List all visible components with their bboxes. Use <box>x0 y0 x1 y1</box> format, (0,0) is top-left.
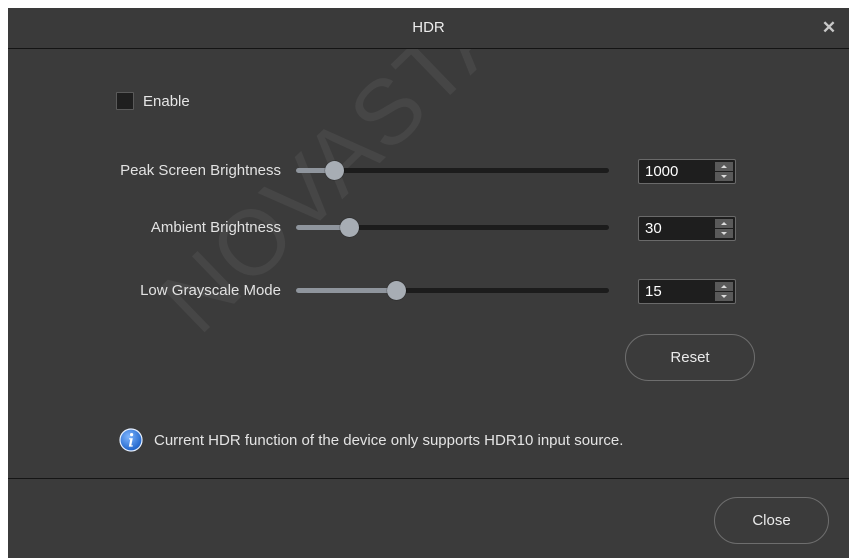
slider-row-peak-screen-brightness: Peak Screen Brightness 1000 <box>8 156 849 186</box>
low-grayscale-mode-slider[interactable] <box>296 281 609 300</box>
spin-up-icon[interactable] <box>715 219 733 228</box>
enable-row: Enable <box>116 91 190 111</box>
spinbox-value[interactable]: 15 <box>645 280 662 303</box>
spinbox-value[interactable]: 30 <box>645 217 662 240</box>
info-text: Current HDR function of the device only … <box>154 431 624 449</box>
slider-label: Ambient Brightness <box>150 219 281 236</box>
low-grayscale-mode-spinbox[interactable]: 15 <box>638 279 736 304</box>
spin-up-icon[interactable] <box>715 282 733 291</box>
info-icon <box>119 428 143 452</box>
page-background-left <box>0 0 8 558</box>
dialog-title: HDR <box>412 19 445 36</box>
reset-button[interactable]: Reset <box>625 334 755 381</box>
ambient-brightness-slider[interactable] <box>296 218 609 237</box>
slider-row-ambient-brightness: Ambient Brightness 30 <box>8 213 849 243</box>
info-message: Current HDR function of the device only … <box>119 427 623 453</box>
title-bar: HDR ✕ <box>8 8 849 49</box>
hdr-dialog: NOVASTAR TECH HDR ✕ Enable Peak Screen B… <box>8 0 849 558</box>
footer-divider <box>8 478 849 479</box>
enable-label: Enable <box>143 92 190 110</box>
close-button[interactable]: Close <box>714 497 829 544</box>
slider-fill <box>296 288 397 293</box>
slider-thumb[interactable] <box>387 281 407 300</box>
slider-thumb[interactable] <box>340 218 360 237</box>
slider-thumb[interactable] <box>324 161 344 180</box>
spin-down-icon[interactable] <box>715 229 733 238</box>
spinbox-buttons <box>715 219 733 238</box>
peak-screen-brightness-slider[interactable] <box>296 161 609 180</box>
slider-row-low-grayscale-mode: Low Grayscale Mode 15 <box>8 276 849 306</box>
peak-screen-brightness-spinbox[interactable]: 1000 <box>638 159 736 184</box>
spin-down-icon[interactable] <box>715 292 733 301</box>
close-icon[interactable]: ✕ <box>819 18 839 38</box>
ambient-brightness-spinbox[interactable]: 30 <box>638 216 736 241</box>
spinbox-value[interactable]: 1000 <box>645 160 678 183</box>
spinbox-buttons <box>715 162 733 181</box>
slider-label: Low Grayscale Mode <box>140 282 281 299</box>
slider-label: Peak Screen Brightness <box>120 162 281 179</box>
spin-up-icon[interactable] <box>715 162 733 171</box>
enable-checkbox[interactable] <box>116 92 134 110</box>
page-background-top <box>0 0 849 8</box>
spinbox-buttons <box>715 282 733 301</box>
spin-down-icon[interactable] <box>715 172 733 181</box>
